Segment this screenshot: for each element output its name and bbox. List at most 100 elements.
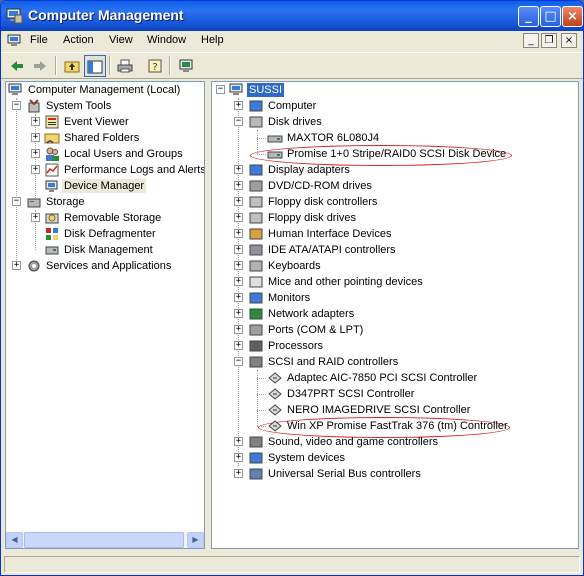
- tree-node-disk-defragmenter[interactable]: Disk Defragmenter: [6, 226, 204, 242]
- menu-file[interactable]: File: [30, 34, 48, 46]
- device-category-network-adapters[interactable]: + Network adapters: [212, 306, 578, 322]
- maximize-button[interactable]: □: [540, 6, 561, 27]
- hard-disk-icon: [267, 135, 283, 143]
- expand-toggle[interactable]: +: [12, 261, 21, 270]
- device-item[interactable]: Win XP Promise FastTrak 376 (tm) Control…: [212, 418, 578, 434]
- scroll-thumb[interactable]: [24, 532, 184, 548]
- device-category-floppy-disk-controllers[interactable]: + Floppy disk controllers: [212, 194, 578, 210]
- printer-icon: [117, 59, 133, 73]
- device-item[interactable]: D347PRT SCSI Controller: [212, 386, 578, 402]
- menu-help[interactable]: Help: [201, 34, 224, 46]
- tree-node-system-tools[interactable]: − System Tools: [6, 98, 204, 114]
- expand-toggle[interactable]: +: [234, 165, 243, 174]
- device-category-label: Display adapters: [268, 164, 350, 176]
- mdi-minimize-button[interactable]: _: [523, 33, 539, 48]
- expand-toggle[interactable]: +: [31, 133, 40, 142]
- tree-label: Device Manager: [62, 179, 147, 193]
- tree-node-removable-storage[interactable]: + Removable Storage: [6, 210, 204, 226]
- expand-toggle[interactable]: +: [31, 149, 40, 158]
- scroll-right-button[interactable]: ▶: [187, 532, 204, 548]
- device-category-keyboards[interactable]: + Keyboards: [212, 258, 578, 274]
- expand-toggle[interactable]: +: [234, 101, 243, 110]
- device-item[interactable]: Promise 1+0 Stripe/RAID0 SCSI Disk Devic…: [212, 146, 578, 162]
- expand-toggle[interactable]: +: [234, 469, 243, 478]
- device-item[interactable]: NERO IMAGEDRIVE SCSI Controller: [212, 402, 578, 418]
- device-category-floppy-disk-drives[interactable]: + Floppy disk drives: [212, 210, 578, 226]
- tree-node-disk-management[interactable]: Disk Management: [6, 242, 204, 258]
- expand-toggle[interactable]: +: [234, 293, 243, 302]
- expand-toggle[interactable]: +: [234, 341, 243, 350]
- up-folder-button[interactable]: [61, 55, 83, 77]
- collapse-toggle[interactable]: −: [234, 357, 243, 366]
- tree-node-local-users[interactable]: + Local Users and Groups: [6, 146, 204, 162]
- device-category-sound-video-and-game-controllers[interactable]: + Sound, video and game controllers: [212, 434, 578, 450]
- tree-node-storage[interactable]: − Storage: [6, 194, 204, 210]
- device-category-system-devices[interactable]: + System devices: [212, 450, 578, 466]
- print-button[interactable]: [114, 55, 136, 77]
- status-bar: [1, 553, 583, 575]
- device-tree-root[interactable]: − SUSSI: [212, 82, 578, 98]
- console-tree-pane[interactable]: Computer Management (Local) − System Too…: [5, 81, 205, 549]
- expand-toggle[interactable]: +: [234, 181, 243, 190]
- tree-node-services-applications[interactable]: + Services and Applications: [6, 258, 204, 274]
- device-category-scsi-and-raid-controllers[interactable]: − SCSI and RAID controllers: [212, 354, 578, 370]
- expand-toggle[interactable]: +: [234, 277, 243, 286]
- title-bar[interactable]: Computer Management _ □ ×: [1, 1, 583, 31]
- expand-toggle[interactable]: +: [234, 309, 243, 318]
- device-category-icon: [249, 452, 263, 464]
- left-pane-horizontal-scrollbar[interactable]: ◀ ▶: [5, 532, 205, 549]
- properties-button[interactable]: [175, 55, 197, 77]
- tree-node-event-viewer[interactable]: + Event Viewer: [6, 114, 204, 130]
- back-button[interactable]: [6, 55, 28, 77]
- tree-node-performance-logs[interactable]: + Performance Logs and Alerts: [6, 162, 204, 178]
- expand-toggle[interactable]: +: [31, 117, 40, 126]
- menu-view[interactable]: View: [109, 34, 133, 46]
- mdi-close-button[interactable]: ×: [561, 33, 577, 48]
- scroll-left-button[interactable]: ◀: [6, 532, 23, 548]
- tree-label: Shared Folders: [64, 132, 140, 144]
- device-item[interactable]: MAXTOR 6L080J4: [212, 130, 578, 146]
- close-button[interactable]: ×: [562, 6, 583, 27]
- device-category-dvd-cd-rom-drives[interactable]: + DVD/CD-ROM drives: [212, 178, 578, 194]
- device-category-monitors[interactable]: + Monitors: [212, 290, 578, 306]
- expand-toggle[interactable]: +: [234, 213, 243, 222]
- show-hide-tree-button[interactable]: [84, 55, 106, 77]
- tree-node-device-manager[interactable]: Device Manager: [6, 178, 204, 194]
- device-category-mice-and-other-pointing-devices[interactable]: + Mice and other pointing devices: [212, 274, 578, 290]
- menu-window[interactable]: Window: [147, 34, 186, 46]
- device-category-icon: [249, 260, 263, 272]
- device-tree-root-label: SUSSI: [247, 83, 285, 97]
- expand-toggle[interactable]: +: [234, 325, 243, 334]
- mdi-system-icon[interactable]: [7, 33, 23, 49]
- mdi-restore-button[interactable]: ❐: [541, 33, 557, 48]
- collapse-toggle[interactable]: −: [234, 117, 243, 126]
- expand-toggle[interactable]: +: [31, 213, 40, 222]
- device-category-ide-ata-atapi-controllers[interactable]: + IDE ATA/ATAPI controllers: [212, 242, 578, 258]
- device-category-processors[interactable]: + Processors: [212, 338, 578, 354]
- expand-toggle[interactable]: +: [234, 245, 243, 254]
- tree-node-shared-folders[interactable]: + Shared Folders: [6, 130, 204, 146]
- device-category-display-adapters[interactable]: + Display adapters: [212, 162, 578, 178]
- expand-toggle[interactable]: +: [234, 437, 243, 446]
- expand-toggle[interactable]: +: [234, 453, 243, 462]
- expand-toggle[interactable]: +: [234, 229, 243, 238]
- collapse-toggle[interactable]: −: [216, 85, 225, 94]
- forward-button[interactable]: [29, 55, 51, 77]
- expand-toggle[interactable]: +: [31, 165, 40, 174]
- device-category-human-interface-devices[interactable]: + Human Interface Devices: [212, 226, 578, 242]
- expand-toggle[interactable]: +: [234, 197, 243, 206]
- device-category-ports-com-lpt[interactable]: + Ports (COM & LPT): [212, 322, 578, 338]
- menu-action[interactable]: Action: [63, 34, 94, 46]
- help-button[interactable]: ?: [144, 55, 166, 77]
- minimize-button[interactable]: _: [518, 6, 539, 27]
- device-category-computer[interactable]: + Computer: [212, 98, 578, 114]
- device-category-disk-drives[interactable]: − Disk drives: [212, 114, 578, 130]
- device-category-universal-serial-bus-controllers[interactable]: + Universal Serial Bus controllers: [212, 466, 578, 482]
- tree-node-root[interactable]: Computer Management (Local): [6, 82, 204, 98]
- collapse-toggle[interactable]: −: [12, 101, 21, 110]
- device-item[interactable]: Adaptec AIC-7850 PCI SCSI Controller: [212, 370, 578, 386]
- device-category-icon: [249, 436, 263, 448]
- device-tree-pane[interactable]: − SUSSI + Computer − Disk drives MAXTOR 6L08…: [211, 81, 579, 549]
- collapse-toggle[interactable]: −: [12, 197, 21, 206]
- expand-toggle[interactable]: +: [234, 261, 243, 270]
